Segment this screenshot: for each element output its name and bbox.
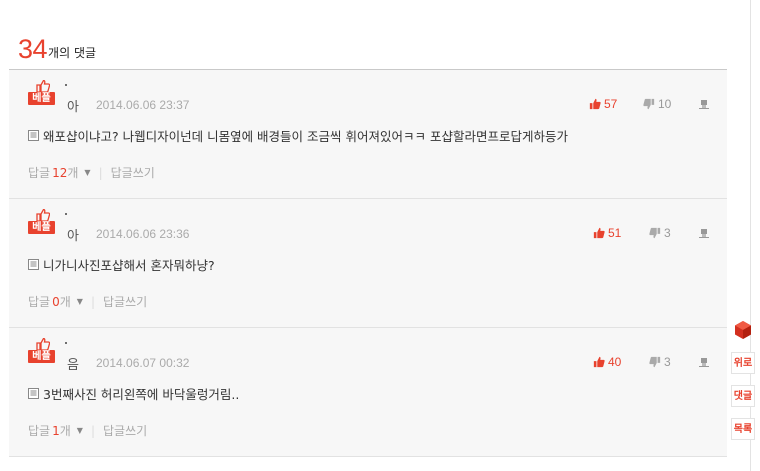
reply-actions: 답글 0 개 ▼ | 답글쓰기 [28, 293, 147, 310]
report-icon[interactable] [698, 227, 710, 239]
dislike-count: 10 [658, 97, 672, 111]
comment-item: 베플 음 2014.06.07 00:32 40 3 3번째사진 허리왼쪽에 바… [9, 328, 727, 457]
scroll-top-button[interactable]: 위로 [731, 352, 755, 374]
author-dot [65, 84, 67, 86]
author-dot [65, 213, 67, 215]
best-badge: 베플 [28, 338, 56, 364]
comment-item: 베플 아 2014.06.06 23:37 57 10 왜포샵이냐고? 나웹디자… [9, 70, 727, 199]
thumbs-up-icon [593, 227, 605, 239]
chevron-down-icon[interactable]: ▼ [77, 426, 83, 435]
comment-count-suffix: 개의 댓글 [48, 46, 97, 60]
thumbs-down-icon [643, 98, 655, 110]
thumbs-up-icon [593, 356, 605, 368]
go-list-button[interactable]: 목록 [731, 418, 755, 440]
write-reply-link[interactable]: 답글쓰기 [111, 164, 155, 181]
document-icon [28, 388, 39, 399]
document-icon [28, 259, 39, 270]
reply-unit[interactable]: 개 [67, 164, 78, 181]
thumbs-up-icon [589, 98, 601, 110]
document-icon [28, 130, 39, 141]
like-button[interactable]: 51 [593, 226, 621, 240]
like-count: 57 [604, 97, 618, 111]
action-divider: | [98, 165, 103, 180]
author-dot [65, 342, 67, 344]
comment-count-header: 34 개의 댓글 [18, 30, 96, 64]
go-comments-button[interactable]: 댓글 [731, 385, 755, 407]
report-icon[interactable] [698, 98, 710, 110]
comment-body: 3번째사진 허리왼쪽에 바닥울렁거림.. [43, 387, 240, 402]
comment-body: 왜포샵이냐고? 나웹디자이넌데 니몸옆에 배경들이 조금씩 휘어져있어ㅋㅋ 포샵… [43, 129, 568, 144]
comment-count: 34 [18, 34, 48, 64]
cube-icon[interactable] [733, 320, 753, 340]
reply-count[interactable]: 0 [52, 295, 60, 309]
best-thumb-icon [36, 80, 50, 92]
best-badge-label: 베플 [28, 350, 55, 363]
reply-toggle-label[interactable]: 답글 [28, 293, 50, 310]
like-count: 40 [608, 355, 622, 369]
best-thumb-icon [36, 338, 50, 350]
like-button[interactable]: 40 [593, 355, 621, 369]
report-icon[interactable] [698, 356, 710, 368]
like-count: 51 [608, 226, 622, 240]
best-badge: 베플 [28, 209, 56, 235]
comment-date: 2014.06.06 23:36 [96, 227, 190, 241]
reply-toggle-label[interactable]: 답글 [28, 422, 50, 439]
chevron-down-icon[interactable]: ▼ [84, 168, 90, 177]
reply-count[interactable]: 12 [52, 166, 67, 180]
best-badge-label: 베플 [28, 221, 55, 234]
dislike-count: 3 [664, 355, 671, 369]
comment-text: 3번째사진 허리왼쪽에 바닥울렁거림.. [28, 384, 239, 403]
comment-date: 2014.06.07 00:32 [96, 356, 190, 370]
comment-item: 베플 아 2014.06.06 23:36 51 3 니가니사진포샵해서 혼자뭐… [9, 199, 727, 328]
write-reply-link[interactable]: 답글쓰기 [103, 293, 147, 310]
comment-text: 왜포샵이냐고? 나웹디자이넌데 니몸옆에 배경들이 조금씩 휘어져있어ㅋㅋ 포샵… [28, 126, 568, 145]
reply-count[interactable]: 1 [52, 424, 60, 438]
action-divider: | [90, 423, 95, 438]
best-thumb-icon [36, 209, 50, 221]
action-divider: | [90, 294, 95, 309]
reply-toggle-label[interactable]: 답글 [28, 164, 50, 181]
dislike-button[interactable]: 3 [649, 355, 671, 369]
dislike-count: 3 [664, 226, 671, 240]
dislike-button[interactable]: 3 [649, 226, 671, 240]
reply-actions: 답글 12 개 ▼ | 답글쓰기 [28, 164, 155, 181]
reply-unit[interactable]: 개 [60, 293, 71, 310]
comment-date: 2014.06.06 23:37 [96, 98, 190, 112]
reply-unit[interactable]: 개 [60, 422, 71, 439]
best-badge: 베플 [28, 80, 56, 106]
thumbs-down-icon [649, 227, 661, 239]
write-reply-link[interactable]: 답글쓰기 [103, 422, 147, 439]
comment-body: 니가니사진포샵해서 혼자뭐하냥? [43, 258, 215, 273]
comment-author[interactable]: 음 [67, 354, 79, 373]
like-button[interactable]: 57 [589, 97, 617, 111]
thumbs-down-icon [649, 356, 661, 368]
dislike-button[interactable]: 10 [643, 97, 671, 111]
reply-actions: 답글 1 개 ▼ | 답글쓰기 [28, 422, 147, 439]
best-badge-label: 베플 [28, 92, 55, 105]
comment-author[interactable]: 아 [67, 96, 79, 115]
comment-author[interactable]: 아 [67, 225, 79, 244]
comment-text: 니가니사진포샵해서 혼자뭐하냥? [28, 255, 215, 274]
chevron-down-icon[interactable]: ▼ [77, 297, 83, 306]
